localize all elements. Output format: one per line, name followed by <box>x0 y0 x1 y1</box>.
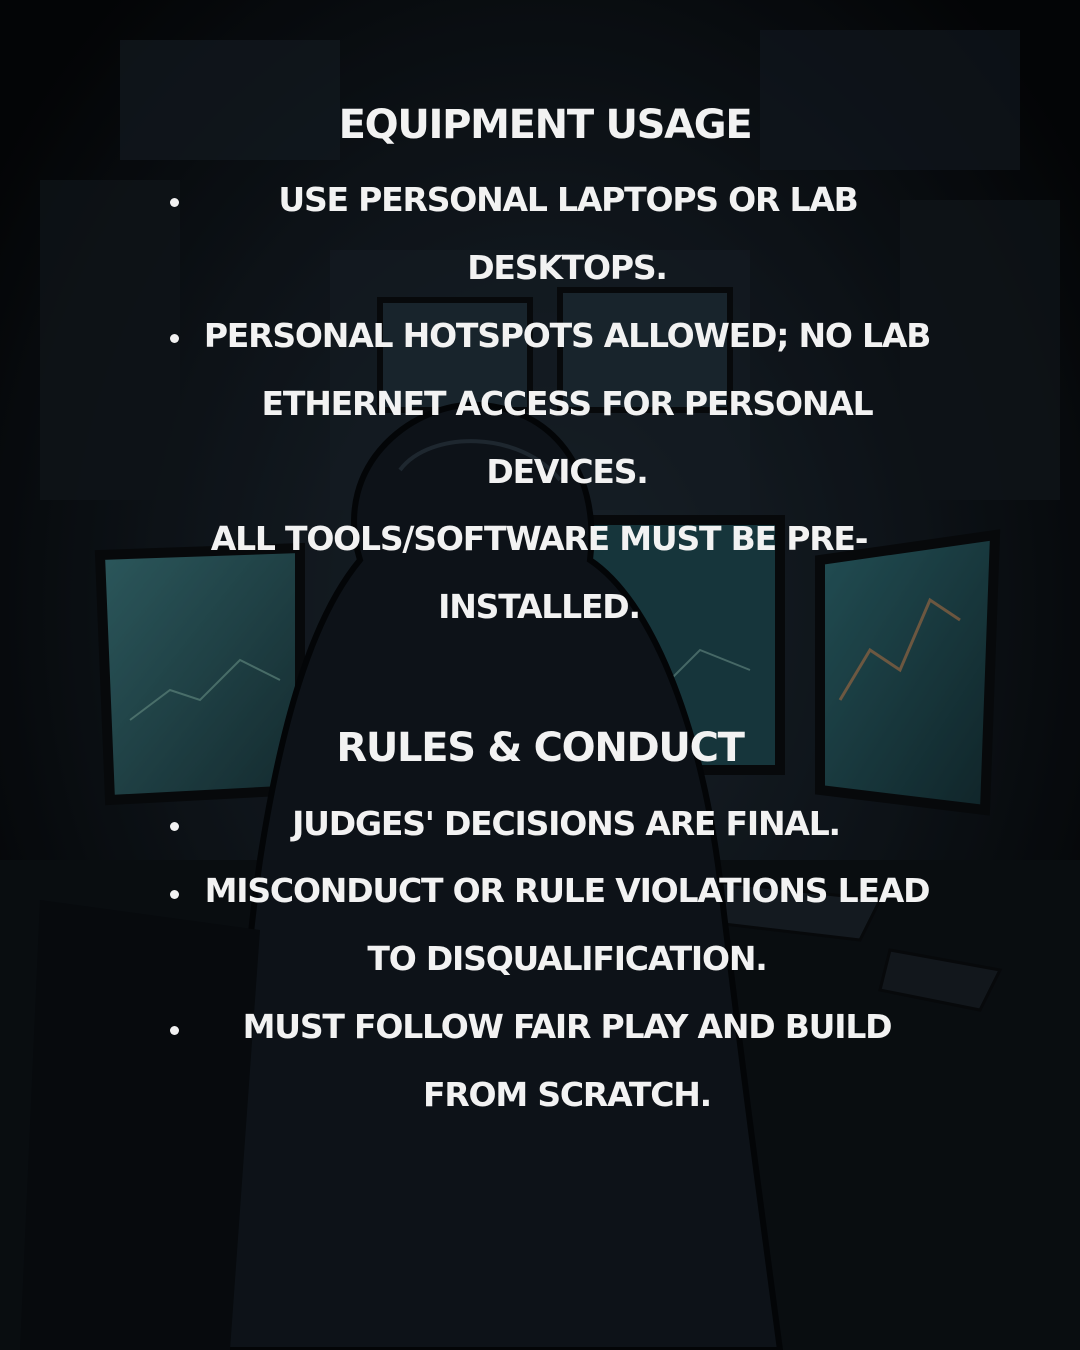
rules-item-3-line-2: FROM SCRATCH. <box>423 1075 712 1114</box>
bullet-point <box>170 334 179 343</box>
equipment-item-2-line-1: PERSONAL HOTSPOTS ALLOWED; NO LAB <box>203 316 932 355</box>
rules-item-3-line-1: MUST FOLLOW FAIR PLAY AND BUILD <box>242 1007 893 1046</box>
bullet-point <box>170 890 179 899</box>
bullet-point <box>170 1026 179 1035</box>
bullet-point <box>170 198 179 207</box>
equipment-item-3-line-2: INSTALLED. <box>438 587 641 626</box>
equipment-item-1-line-1: USE PERSONAL LAPTOPS OR LAB <box>278 180 858 219</box>
rules-item-2-line-1: MISCONDUCT OR RULE VIOLATIONS LEAD <box>204 871 931 910</box>
section-heading-rules-conduct: RULES & CONDUCT <box>336 725 745 771</box>
bullet-point <box>170 822 179 831</box>
equipment-item-2-line-3: DEVICES. <box>486 452 648 491</box>
rules-item-2-line-2: TO DISQUALIFICATION. <box>367 939 767 978</box>
equipment-item-3-line-1: ALL TOOLS/SOFTWARE MUST BE PRE- <box>210 519 869 558</box>
rules-item-1-line-1: JUDGES' DECISIONS ARE FINAL. <box>292 804 841 843</box>
poster: EQUIPMENT USAGE USE PERSONAL LAPTOPS OR … <box>0 0 1080 1350</box>
equipment-item-2-line-2: ETHERNET ACCESS FOR PERSONAL <box>261 384 874 423</box>
equipment-item-1-line-2: DESKTOPS. <box>467 248 668 287</box>
section-heading-equipment-usage: EQUIPMENT USAGE <box>338 102 753 148</box>
